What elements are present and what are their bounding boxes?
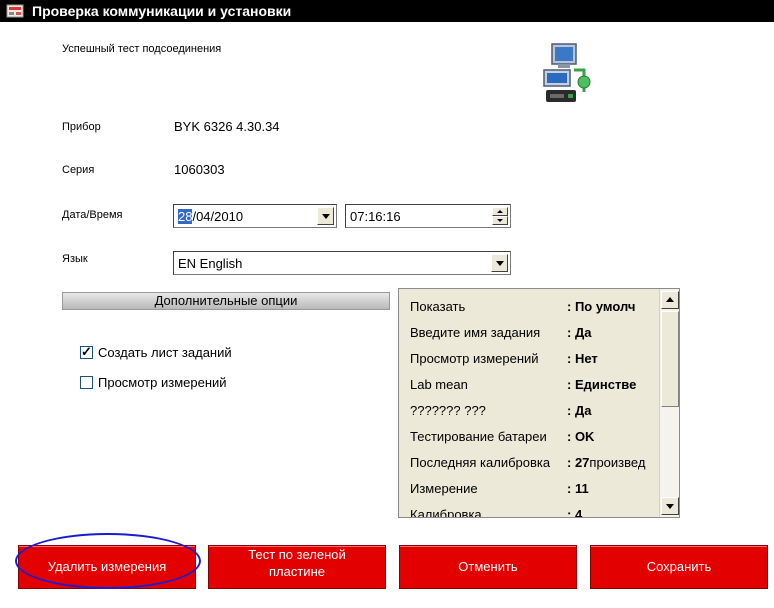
cancel-label: Отменить bbox=[458, 559, 518, 574]
language-value: EN English bbox=[178, 256, 243, 271]
create-job-list-label: Создать лист заданий bbox=[98, 345, 232, 360]
setting-key: ??????? ??? bbox=[410, 403, 486, 418]
setting-value: : Да bbox=[567, 403, 592, 418]
date-day-selected: 28 bbox=[178, 209, 193, 224]
language-select[interactable]: EN English bbox=[173, 251, 511, 275]
green-plate-test-line2: пластине bbox=[269, 564, 325, 579]
cancel-button[interactable]: Отменить bbox=[399, 545, 577, 589]
setting-key: Последняя калибровка bbox=[410, 455, 551, 470]
serial-label: Серия bbox=[62, 164, 95, 176]
language-dropdown-button[interactable] bbox=[491, 254, 508, 272]
app-icon bbox=[6, 4, 24, 18]
list-item: ??????? ??? : Да bbox=[410, 403, 665, 423]
datetime-label: Дата/Время bbox=[62, 209, 123, 221]
device-value: BYK 6326 4.30.34 bbox=[174, 119, 280, 134]
setting-key: Введите имя задания bbox=[410, 325, 541, 340]
list-item: Последняя калибровка : 27произвед bbox=[410, 455, 665, 475]
setting-value: : 27произвед bbox=[567, 455, 662, 470]
setting-value: : По умолч bbox=[567, 299, 636, 314]
additional-options-header: Дополнительные опции bbox=[62, 292, 390, 310]
setting-value: : 11 bbox=[567, 481, 589, 496]
view-measurements-checkbox[interactable] bbox=[80, 376, 93, 389]
time-spin-up-button[interactable] bbox=[492, 207, 508, 216]
date-value[interactable]: 28/04/2010 bbox=[178, 209, 243, 224]
setting-value: : 4 bbox=[567, 507, 583, 518]
check-mark-icon: ✓ bbox=[81, 344, 92, 359]
language-label: Язык bbox=[62, 253, 88, 265]
settings-summary-panel: Показать : По умолч Введите имя задания … bbox=[398, 288, 680, 518]
highlight-ellipse bbox=[15, 533, 201, 589]
setting-key: Измерение bbox=[410, 481, 478, 496]
list-item: Lab mean : Единстве bbox=[410, 377, 665, 397]
view-measurements-label: Просмотр измерений bbox=[98, 375, 227, 390]
setting-key: Калибровка bbox=[410, 507, 482, 518]
setting-value: : Да bbox=[567, 325, 592, 340]
date-dropdown-button[interactable] bbox=[317, 207, 334, 225]
time-value[interactable]: 07:16:16 bbox=[350, 209, 401, 224]
date-picker[interactable]: 28/04/2010 bbox=[173, 204, 337, 228]
network-computer-icon bbox=[543, 43, 591, 102]
create-job-list-checkbox[interactable]: ✓ bbox=[80, 344, 93, 359]
list-item: Калибровка : 4 bbox=[410, 507, 665, 518]
list-item: Введите имя задания : Да bbox=[410, 325, 665, 345]
green-plate-test-button[interactable]: Тест по зеленой пластине bbox=[208, 545, 386, 589]
list-item: Тестирование батареи : OK bbox=[410, 429, 665, 449]
green-plate-test-line1: Тест по зеленой bbox=[248, 547, 346, 562]
window-title: Проверка коммуникации и установки bbox=[32, 3, 292, 19]
panel-scrollbar[interactable] bbox=[659, 289, 679, 517]
title-bar: Проверка коммуникации и установки bbox=[0, 0, 774, 22]
save-button[interactable]: Сохранить bbox=[590, 545, 768, 589]
setting-value: : Единстве bbox=[567, 377, 637, 392]
time-spinner[interactable] bbox=[492, 207, 508, 225]
list-item: Показать : По умолч bbox=[410, 299, 665, 319]
setting-value: : OK bbox=[567, 429, 595, 444]
scroll-thumb[interactable] bbox=[661, 311, 679, 407]
setting-key: Просмотр измерений bbox=[410, 351, 539, 366]
date-rest: /04/2010 bbox=[192, 209, 244, 224]
list-item: Измерение : 11 bbox=[410, 481, 665, 501]
serial-value: 1060303 bbox=[174, 162, 225, 177]
device-label: Прибор bbox=[62, 121, 101, 133]
list-item: Просмотр измерений : Нет bbox=[410, 351, 665, 371]
setting-key: Показать bbox=[410, 299, 466, 314]
setting-value-text: : 27 bbox=[567, 455, 590, 470]
setting-key: Тестирование батареи bbox=[410, 429, 547, 444]
scroll-down-button[interactable] bbox=[661, 497, 679, 515]
scroll-up-button[interactable] bbox=[661, 291, 679, 309]
time-field[interactable]: 07:16:16 bbox=[345, 204, 511, 228]
connection-status: Успешный тест подсоединения bbox=[62, 43, 222, 55]
setting-value: : Нет bbox=[567, 351, 598, 366]
save-label: Сохранить bbox=[646, 559, 712, 574]
time-spin-down-button[interactable] bbox=[492, 216, 508, 225]
overlap-text: произвед bbox=[589, 455, 646, 470]
setting-key: Lab mean bbox=[410, 377, 468, 392]
green-plate-test-label: Тест по зеленой пластине bbox=[209, 546, 385, 580]
